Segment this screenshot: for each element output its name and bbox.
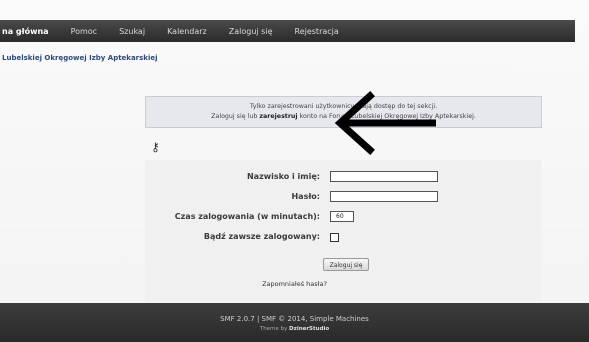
nav-help[interactable]: Pomoc [71,27,98,36]
nav-calendar[interactable]: Kalendarz [167,27,207,36]
nav-login[interactable]: Zaloguj się [229,27,273,36]
notice-prefix: Zaloguj się lub [211,113,258,120]
nav-home[interactable]: na główna [2,27,49,36]
forgot-password-link[interactable]: Zapomniałeś hasła? [0,280,589,288]
footer-theme-brand[interactable]: DzinerStudio [289,326,329,332]
duration-input[interactable]: 60 [330,211,354,222]
page: na główna Pomoc Szukaj Kalendarz Zaloguj… [0,0,589,342]
footer-credits: SMF 2.0.7 | SMF © 2014, Simple Machines [220,315,369,323]
name-label: Nazwisko i imię: [246,172,320,181]
left-arrow-icon [334,91,436,155]
password-label: Hasło: [291,192,320,201]
footer: SMF 2.0.7 | SMF © 2014, Simple Machines … [0,303,589,342]
nav-search[interactable]: Szukaj [119,27,145,36]
duration-label: Czas zalogowania (w minutach): [174,212,320,221]
top-navigation: na główna Pomoc Szukaj Kalendarz Zaloguj… [0,20,575,42]
name-input[interactable] [330,171,438,182]
always-logged-checkbox[interactable] [330,233,339,242]
nav-register[interactable]: Rejestracja [295,27,339,36]
footer-theme-prefix: Theme by [259,326,288,332]
forum-title[interactable]: Lubelskiej Okręgowej Izby Aptekarskiej [2,54,158,62]
key-icon: ⚷ [151,140,160,154]
always-label: Bądź zawsze zalogowany: [203,232,320,241]
footer-theme: Theme by DzinerStudio [0,326,589,332]
register-link[interactable]: zarejestruj [259,113,297,120]
password-input[interactable] [330,191,438,202]
login-button[interactable]: Zaloguj się [323,258,369,271]
